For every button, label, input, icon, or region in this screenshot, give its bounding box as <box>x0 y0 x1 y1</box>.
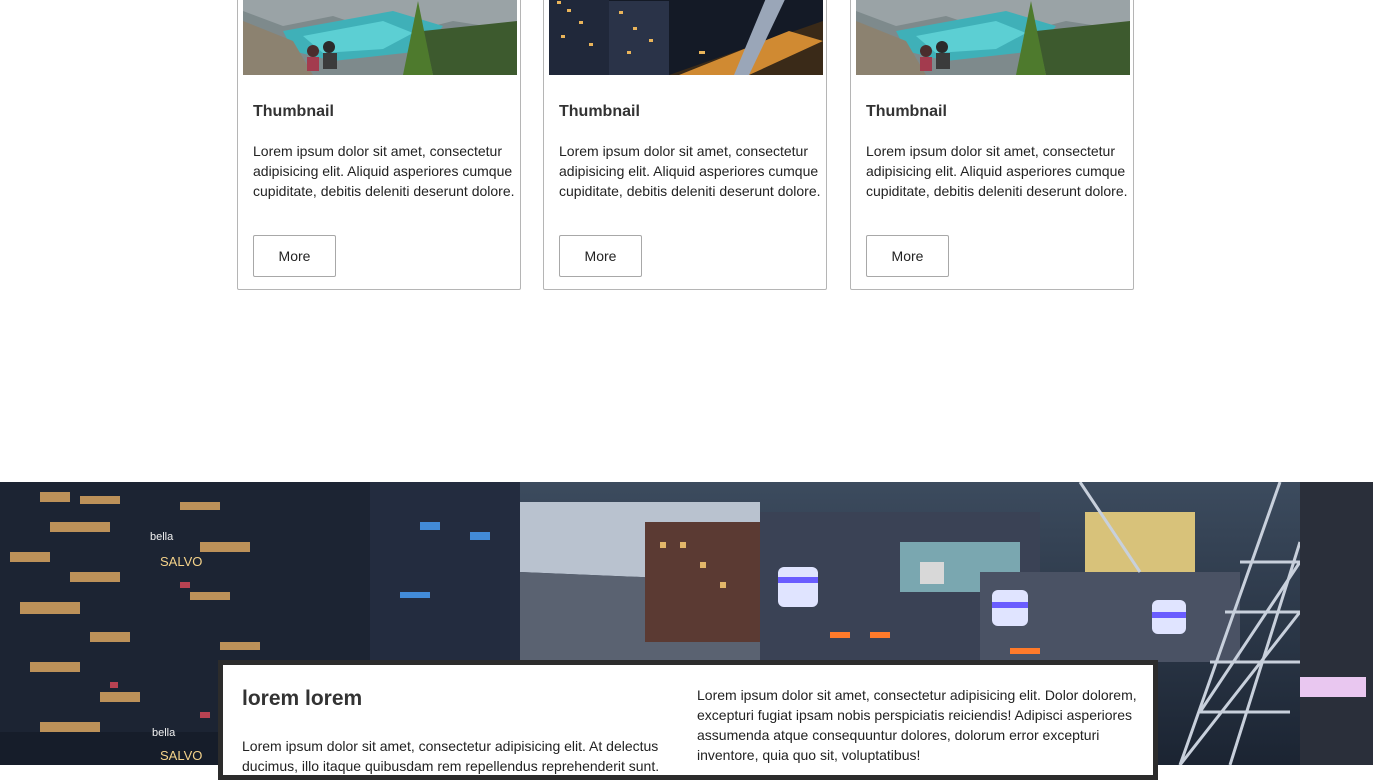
thumbnail-card: Thumbnail Lorem ipsum dolor sit amet, co… <box>237 0 521 290</box>
building-sign-text: bella <box>152 727 176 739</box>
building-sign-text: SALVO <box>160 748 202 763</box>
info-title: lorem lorem <box>242 687 363 710</box>
thumbnail-cards-section: Thumbnail Lorem ipsum dolor sit amet, co… <box>0 0 1373 300</box>
thumbnail-card: Thumbnail Lorem ipsum dolor sit amet, co… <box>850 0 1134 290</box>
building-sign-text: SALVO <box>160 554 202 569</box>
info-right-text: Lorem ipsum dolor sit amet, consectetur … <box>697 687 1137 763</box>
card-title: Thumbnail <box>253 103 334 120</box>
more-button[interactable]: More <box>866 235 949 277</box>
card-title: Thumbnail <box>559 103 640 120</box>
card-title: Thumbnail <box>866 103 947 120</box>
card-description: Lorem ipsum dolor sit amet, consectetur … <box>866 143 1128 199</box>
info-panel: lorem lorem Lorem ipsum dolor sit amet, … <box>218 660 1158 780</box>
card-description: Lorem ipsum dolor sit amet, consectetur … <box>253 143 515 199</box>
info-left-text: Lorem ipsum dolor sit amet, consectetur … <box>242 738 660 774</box>
card-image <box>549 0 823 75</box>
card-image <box>856 0 1130 75</box>
thumbnail-card: Thumbnail Lorem ipsum dolor sit amet, co… <box>543 0 827 290</box>
more-button[interactable]: More <box>253 235 336 277</box>
card-image <box>243 0 517 75</box>
card-description: Lorem ipsum dolor sit amet, consectetur … <box>559 143 821 199</box>
building-sign-text: bella <box>150 531 174 543</box>
more-button[interactable]: More <box>559 235 642 277</box>
